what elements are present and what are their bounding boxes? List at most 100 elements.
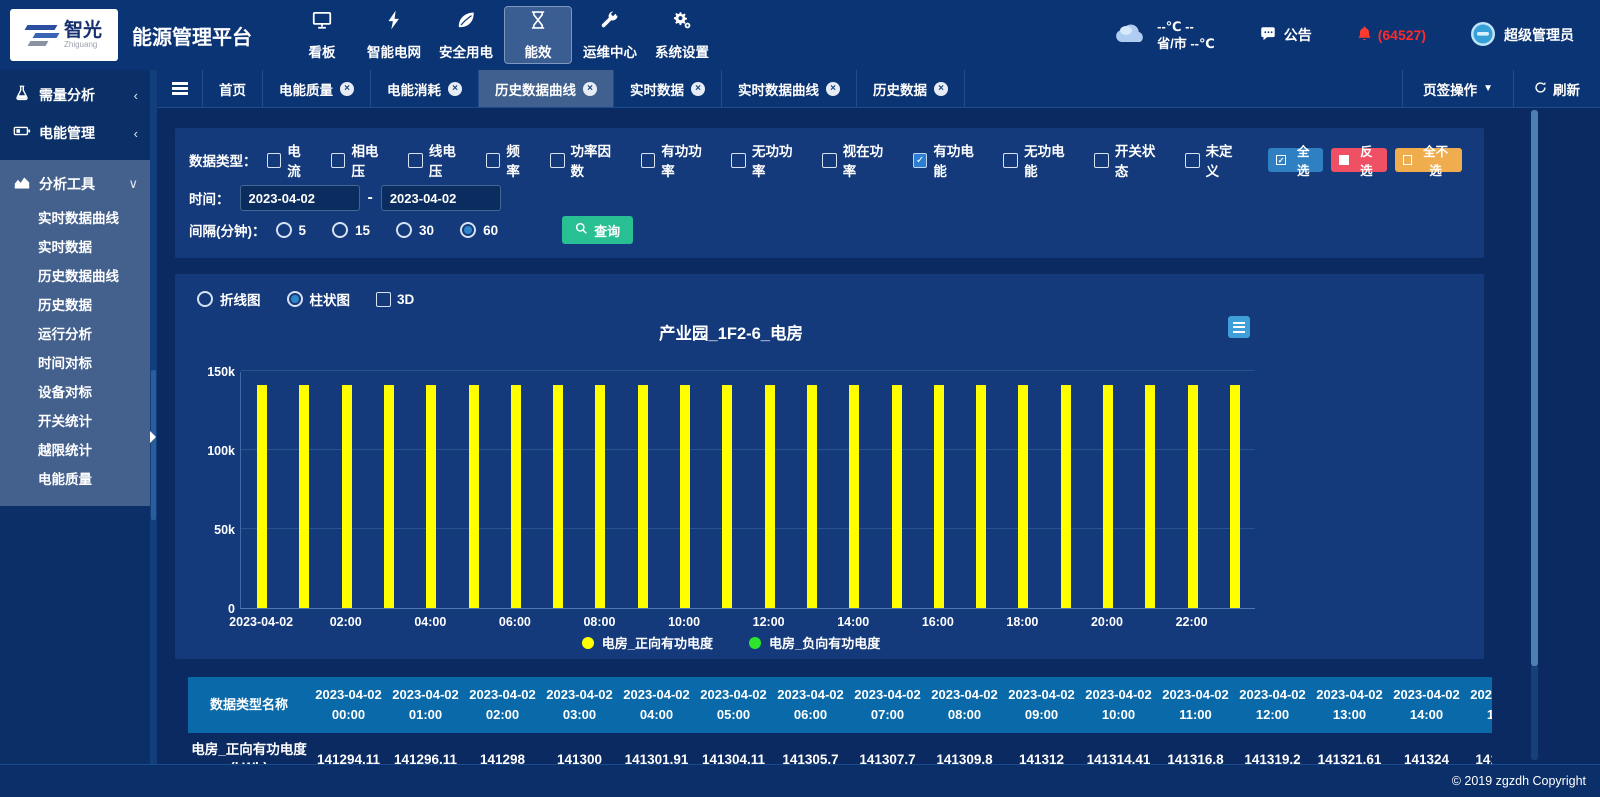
sidebar-item-实时数据[interactable]: 实时数据	[0, 233, 150, 262]
header-time: 07:00	[849, 705, 926, 725]
radio-icon	[332, 222, 348, 238]
sidebar-collapse-arrow[interactable]	[150, 431, 156, 443]
interval-radio-5[interactable]: 5	[276, 222, 307, 238]
filter-checkbox-无功功率[interactable]: 无功功率	[731, 140, 805, 180]
header-time: 11:00	[1157, 705, 1234, 725]
nav-item-运维中心[interactable]: 运维中心	[576, 6, 644, 64]
tab-首页[interactable]: 首页	[203, 70, 263, 107]
sidebar-item-实时数据曲线[interactable]: 实时数据曲线	[0, 204, 150, 233]
filter-checkbox-电流[interactable]: 电流	[267, 140, 314, 180]
app-title: 能源管理平台	[132, 21, 252, 50]
sidebar-scroll-thumb[interactable]	[151, 370, 156, 520]
interval-radio-15[interactable]: 15	[332, 222, 370, 238]
close-icon[interactable]: ×	[691, 82, 705, 96]
chart-type-折线图[interactable]: 折线图	[197, 289, 261, 309]
checkbox-icon	[641, 153, 656, 168]
sidebar-item-开关统计[interactable]: 开关统计	[0, 407, 150, 436]
filter-checkbox-有功功率[interactable]: 有功功率	[641, 140, 715, 180]
sidebar-group-需量分析[interactable]: 需量分析‹	[0, 76, 150, 114]
header-date: 2023-04-02	[926, 685, 1003, 705]
filter-checkbox-线电压[interactable]: 线电压	[408, 140, 468, 180]
sidebar-item-历史数据[interactable]: 历史数据	[0, 291, 150, 320]
close-icon[interactable]: ×	[340, 82, 354, 96]
refresh-button[interactable]: 刷新	[1513, 70, 1600, 107]
legend-item-电房_负向有功电度[interactable]: 电房_负向有功电度	[749, 633, 880, 652]
nav-item-看板[interactable]: 看板	[288, 6, 356, 64]
sidebar-item-设备对标[interactable]: 设备对标	[0, 378, 150, 407]
x-axis-tick: 22:00	[1176, 615, 1208, 629]
interval-radio-30[interactable]: 30	[396, 222, 434, 238]
sidebar-item-历史数据曲线[interactable]: 历史数据曲线	[0, 262, 150, 291]
header-date: 2023-04-02	[695, 685, 772, 705]
close-icon[interactable]: ×	[448, 82, 462, 96]
close-icon[interactable]: ×	[583, 82, 597, 96]
bar	[426, 385, 436, 608]
tab-operations-dropdown[interactable]: 页签操作▼	[1402, 70, 1513, 107]
chart-type-3D[interactable]: 3D	[376, 292, 414, 307]
lightning-icon	[383, 9, 405, 36]
monitor-icon	[311, 9, 333, 36]
checkbox-icon	[376, 292, 391, 307]
table-cell: 141309.8	[926, 733, 1003, 764]
refresh-icon	[1534, 81, 1547, 97]
chart-toolbox-menu-icon[interactable]	[1228, 316, 1250, 338]
tab-电能消耗[interactable]: 电能消耗×	[371, 70, 479, 107]
tab-实时数据曲线[interactable]: 实时数据曲线×	[722, 70, 857, 107]
tab-label: 首页	[219, 79, 246, 99]
wrench-icon	[599, 9, 621, 36]
sidebar-item-越限统计[interactable]: 越限统计	[0, 436, 150, 465]
content-scrollbar-thumb[interactable]	[1531, 110, 1538, 666]
date-from-input[interactable]	[240, 185, 360, 211]
sidebar-item-电能质量[interactable]: 电能质量	[0, 465, 150, 494]
table-cell: 141305.7	[772, 733, 849, 764]
nav-item-label: 看板	[309, 41, 336, 61]
nav-item-能效[interactable]: 能效	[504, 6, 572, 64]
bar	[1145, 385, 1155, 608]
table-cell: 141304.11	[695, 733, 772, 764]
header-date: 2023-04-02	[310, 685, 387, 705]
sidebar-item-运行分析[interactable]: 运行分析	[0, 320, 150, 349]
sidebar-item-时间对标[interactable]: 时间对标	[0, 349, 150, 378]
close-icon[interactable]: ×	[826, 82, 840, 96]
date-to-input[interactable]	[381, 185, 501, 211]
tab-历史数据曲线[interactable]: 历史数据曲线×	[479, 70, 614, 107]
close-icon[interactable]: ×	[934, 82, 948, 96]
legend-item-电房_正向有功电度[interactable]: 电房_正向有功电度	[582, 633, 713, 652]
interval-radio-60[interactable]: 60	[460, 222, 498, 238]
filled-square-icon	[1339, 155, 1349, 165]
select-button-全选[interactable]: ✓全选	[1268, 148, 1323, 172]
interval-label: 60	[483, 223, 498, 238]
header-date: 2023-04-02	[1234, 685, 1311, 705]
query-button[interactable]: 查询	[562, 216, 633, 244]
filter-checkbox-功率因数[interactable]: 功率因数	[550, 140, 624, 180]
tab-历史数据[interactable]: 历史数据×	[857, 70, 965, 107]
tab-menu-icon[interactable]	[157, 70, 203, 107]
nav-item-智能电网[interactable]: 智能电网	[360, 6, 428, 64]
filter-checkbox-相电压[interactable]: 相电压	[331, 140, 391, 180]
table-header-cell: 2023-04-0214:00	[1388, 677, 1465, 733]
select-button-反选[interactable]: 反选	[1331, 148, 1386, 172]
filter-checkbox-有功电能[interactable]: ✓有功电能	[913, 140, 987, 180]
filter-checkbox-视在功率[interactable]: 视在功率	[822, 140, 896, 180]
table-cell: 141296.11	[387, 733, 464, 764]
filter-checkbox-未定义[interactable]: 未定义	[1185, 140, 1245, 180]
select-button-全不选[interactable]: 全不选	[1395, 148, 1462, 172]
header-time: 03:00	[541, 705, 618, 725]
chart-type-柱状图[interactable]: 柱状图	[287, 289, 351, 309]
nav-item-系统设置[interactable]: 系统设置	[648, 6, 716, 64]
sidebar-group-分析工具[interactable]: 分析工具∨	[0, 164, 150, 204]
filter-checkbox-无功电能[interactable]: 无功电能	[1003, 140, 1077, 180]
table-header-cell: 2023-04-0211:00	[1157, 677, 1234, 733]
tab-电能质量[interactable]: 电能质量×	[263, 70, 371, 107]
sidebar-group-电能管理[interactable]: 电能管理‹	[0, 114, 150, 152]
user-menu[interactable]: 超级管理员	[1470, 21, 1574, 50]
tab-实时数据[interactable]: 实时数据×	[614, 70, 722, 107]
filter-checkbox-开关状态[interactable]: 开关状态	[1094, 140, 1168, 180]
date-range-dash: -	[368, 189, 373, 207]
nav-item-安全用电[interactable]: 安全用电	[432, 6, 500, 64]
filter-checkbox-频率[interactable]: 频率	[486, 140, 533, 180]
alarm-button[interactable]: (64527)	[1356, 25, 1426, 45]
interval-label: 间隔(分钟)：	[189, 220, 266, 240]
header-date: 2023-04-02	[387, 685, 464, 705]
announcement-button[interactable]: 公告	[1259, 25, 1312, 46]
